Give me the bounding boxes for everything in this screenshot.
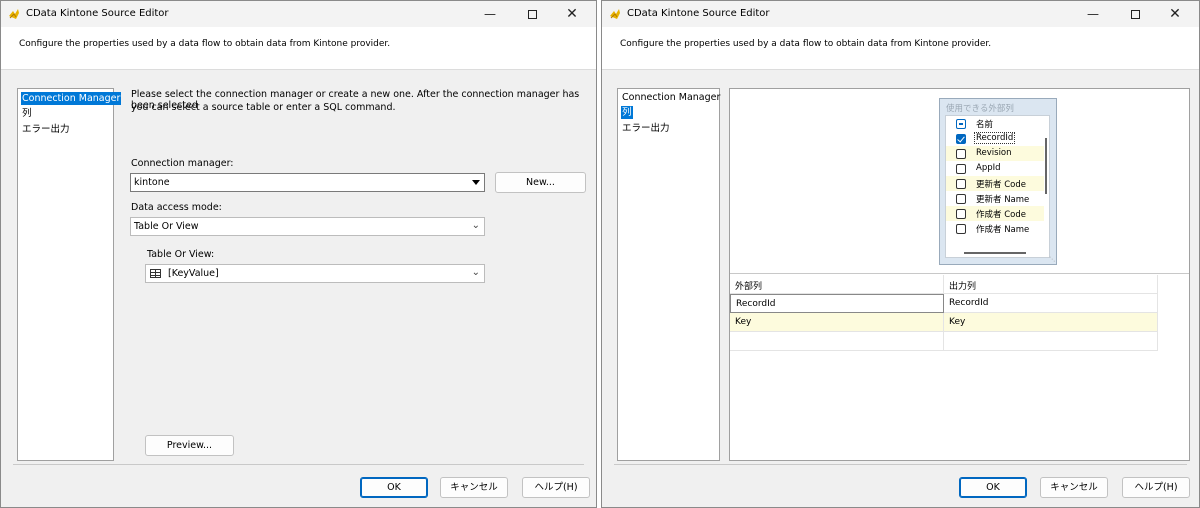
instructions-line-2: you can select a source table or enter a… (131, 102, 396, 113)
source-editor-window-right: CData Kintone Source Editor — ✕ Configur… (601, 0, 1200, 508)
checkbox-unchecked-icon[interactable] (956, 224, 966, 234)
column-item-updater-name[interactable]: 更新者 Name (946, 191, 1044, 206)
nav-item-columns[interactable]: 列 (621, 106, 633, 119)
column-label: Revision (976, 148, 1012, 158)
nav-item-error-output[interactable]: エラー出力 (621, 122, 671, 135)
table-row[interactable]: RecordId RecordId (730, 294, 1158, 313)
dropdown-arrow-icon (472, 180, 480, 185)
checkbox-unchecked-icon[interactable] (956, 194, 966, 204)
nav-item-connection-manager[interactable]: Connection Manager (21, 92, 122, 105)
connection-manager-dropdown[interactable]: kintone (130, 173, 485, 192)
vertical-scrollbar[interactable] (1045, 138, 1047, 194)
table-or-view-dropdown[interactable]: [KeyValue] ⌄ (145, 264, 485, 283)
footer-divider (13, 464, 584, 465)
checkbox-unchecked-icon[interactable] (956, 149, 966, 159)
close-icon[interactable]: ✕ (1155, 1, 1195, 27)
dialog-description: Configure the properties used by a data … (620, 39, 992, 49)
column-item-recordid[interactable]: RecordId (946, 131, 1044, 146)
checkbox-checked-icon[interactable] (956, 134, 966, 144)
column-label: RecordId (973, 132, 1016, 144)
panel-splitter[interactable] (730, 273, 1189, 274)
column-item-name[interactable]: 名前 (946, 116, 1044, 131)
grid-cell-output-column[interactable]: Key (944, 313, 1158, 332)
dialog-description: Configure the properties used by a data … (19, 39, 391, 49)
data-access-mode-value: Table Or View (134, 221, 199, 232)
help-button[interactable]: ヘルプ(H) (522, 477, 590, 498)
column-item-creator-code[interactable]: 作成者 Code (946, 206, 1044, 221)
cancel-button[interactable]: キャンセル (1040, 477, 1108, 498)
grid-cell-output-column[interactable]: RecordId (944, 294, 1158, 313)
column-label: 名前 (976, 120, 994, 130)
column-item-appid[interactable]: AppId (946, 161, 1044, 176)
checkbox-partial-icon[interactable] (956, 119, 966, 129)
preview-button[interactable]: Preview... (145, 435, 234, 456)
dialog-header: Configure the properties used by a data … (602, 27, 1199, 69)
source-editor-window-left: CData Kintone Source Editor — ✕ Configur… (0, 0, 597, 508)
title-bar[interactable]: CData Kintone Source Editor — ✕ (1, 1, 596, 27)
chevron-down-icon: ⌄ (471, 220, 480, 231)
grid-header-external-column[interactable]: 外部列 (730, 275, 944, 294)
column-label: AppId (976, 163, 1001, 173)
help-button[interactable]: ヘルプ(H) (1122, 477, 1190, 498)
app-icon (610, 9, 620, 19)
title-bar[interactable]: CData Kintone Source Editor — ✕ (602, 1, 1199, 27)
grid-header-output-column[interactable]: 出力列 (944, 275, 1158, 294)
column-label: 作成者 Code (976, 210, 1026, 220)
data-access-mode-label: Data access mode: (131, 202, 222, 213)
header-divider (1, 69, 596, 70)
grid-header-row: 外部列 出力列 (730, 275, 1158, 294)
minimize-icon[interactable]: — (470, 1, 510, 27)
grid-cell-external-column[interactable]: Key (730, 313, 944, 332)
table-row-empty[interactable] (730, 332, 1158, 351)
maximize-icon[interactable] (1115, 1, 1155, 27)
column-label: 作成者 Name (976, 225, 1030, 235)
nav-item-columns[interactable]: 列 (21, 107, 33, 120)
resize-grip-icon[interactable]: ⋱ (1049, 256, 1055, 263)
checkbox-unchecked-icon[interactable] (956, 164, 966, 174)
table-or-view-value: [KeyValue] (168, 268, 219, 279)
grid-cell-external-column[interactable] (730, 332, 944, 351)
columns-panel: 使用できる外部列 名前 RecordId Revision AppId 更新者 … (729, 88, 1190, 461)
ok-button[interactable]: OK (360, 477, 428, 498)
column-label: 更新者 Code (976, 180, 1026, 190)
connection-manager-value: kintone (134, 177, 170, 188)
new-connection-button[interactable]: New... (495, 172, 586, 193)
dialog-header: Configure the properties used by a data … (1, 27, 596, 69)
grid-cell-external-column[interactable]: RecordId (730, 294, 944, 313)
page-nav-list: Connection Manager 列 エラー出力 (17, 88, 122, 461)
cancel-button[interactable]: キャンセル (440, 477, 508, 498)
close-icon[interactable]: ✕ (552, 1, 592, 27)
chevron-down-icon: ⌄ (471, 267, 480, 278)
table-icon (150, 269, 161, 278)
checkbox-unchecked-icon[interactable] (956, 179, 966, 189)
ok-button[interactable]: OK (959, 477, 1027, 498)
nav-item-error-output[interactable]: エラー出力 (21, 123, 71, 136)
column-item-updater-code[interactable]: 更新者 Code (946, 176, 1044, 191)
available-columns-list[interactable]: 名前 RecordId Revision AppId 更新者 Code 更新者 … (945, 115, 1050, 258)
grid-cell-output-column[interactable] (944, 332, 1158, 351)
page-nav-list: Connection Manager 列 エラー出力 (617, 88, 720, 461)
footer-divider (614, 464, 1187, 465)
available-columns-title: 使用できる外部列 (946, 104, 1014, 114)
available-columns-box: 使用できる外部列 名前 RecordId Revision AppId 更新者 … (939, 98, 1057, 265)
column-label: 更新者 Name (976, 195, 1030, 205)
window-title: CData Kintone Source Editor (26, 8, 169, 19)
column-item-revision[interactable]: Revision (946, 146, 1044, 161)
checkbox-unchecked-icon[interactable] (956, 209, 966, 219)
header-divider (602, 69, 1199, 70)
data-access-mode-dropdown[interactable]: Table Or View ⌄ (130, 217, 485, 236)
nav-item-connection-manager[interactable]: Connection Manager (621, 91, 721, 104)
table-or-view-label: Table Or View: (147, 249, 215, 260)
table-row[interactable]: Key Key (730, 313, 1158, 332)
column-item-creator-name[interactable]: 作成者 Name (946, 221, 1044, 236)
app-icon (9, 9, 19, 19)
minimize-icon[interactable]: — (1073, 1, 1113, 27)
window-title: CData Kintone Source Editor (627, 8, 770, 19)
connection-manager-label: Connection manager: (131, 158, 234, 169)
maximize-icon[interactable] (512, 1, 552, 27)
horizontal-scrollbar[interactable] (964, 252, 1026, 254)
